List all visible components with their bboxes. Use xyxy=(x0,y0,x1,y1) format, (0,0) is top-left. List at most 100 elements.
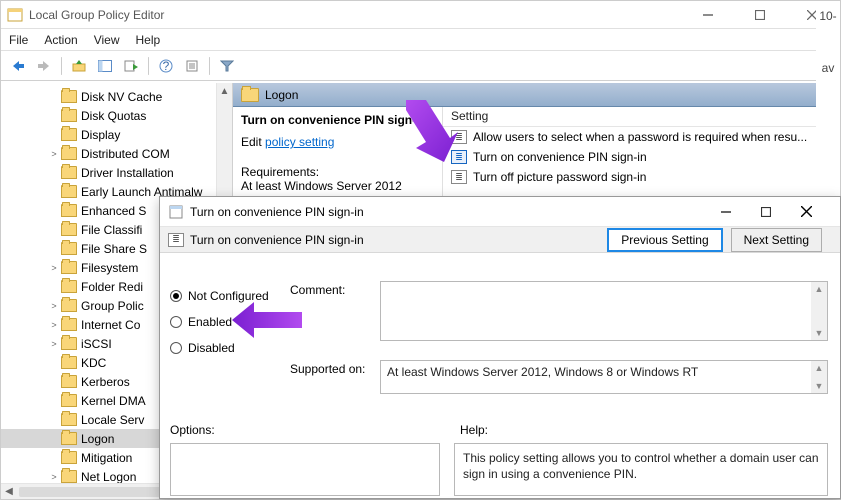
tree-item-label: File Share S xyxy=(81,242,147,256)
help-text: This policy setting allows you to contro… xyxy=(463,451,819,481)
tree-item-label: File Classifi xyxy=(81,223,142,237)
dialog-close-button[interactable] xyxy=(786,199,826,225)
toolbar-separator xyxy=(148,57,149,75)
folder-icon xyxy=(61,261,77,274)
tree-item-label: iSCSI xyxy=(81,337,112,351)
tree-item-label: Locale Serv xyxy=(81,413,144,427)
policy-item-icon: ≣ xyxy=(451,170,467,184)
setting-row[interactable]: ≣ Turn off picture password sign-in xyxy=(443,167,840,187)
radio-not-configured[interactable]: Not Configured xyxy=(170,283,269,309)
folder-icon xyxy=(61,451,77,464)
setting-row[interactable]: ≣Turn on convenience PIN sign-in xyxy=(443,147,840,167)
filter-icon[interactable] xyxy=(216,55,238,77)
help-box: This policy setting allows you to contro… xyxy=(454,443,828,496)
dialog-band-title: Turn on convenience PIN sign-in xyxy=(190,233,364,247)
tree-item-label: KDC xyxy=(81,356,106,370)
folder-icon xyxy=(61,147,77,160)
bg-text: av xyxy=(816,61,840,75)
window-title: Local Group Policy Editor xyxy=(29,8,692,22)
dialog-titlebar: Turn on convenience PIN sign-in xyxy=(160,197,840,227)
show-hide-tree-icon[interactable] xyxy=(94,55,116,77)
dialog-icon xyxy=(168,204,184,220)
details-summary: Turn on convenience PIN sign-in Edit pol… xyxy=(233,107,443,199)
menu-file[interactable]: File xyxy=(9,33,28,47)
dialog-maximize-button[interactable] xyxy=(746,199,786,225)
help-icon[interactable]: ? xyxy=(155,55,177,77)
requirements-value: At least Windows Server 2012 xyxy=(241,179,434,193)
tree-item-label: Kernel DMA xyxy=(81,394,146,408)
bg-text: 10- xyxy=(816,9,840,23)
dialog-title: Turn on convenience PIN sign-in xyxy=(190,205,706,219)
menu-help[interactable]: Help xyxy=(136,33,161,47)
folder-icon xyxy=(61,470,77,483)
policy-item-icon: ≣ xyxy=(168,233,184,247)
menu-action[interactable]: Action xyxy=(44,33,77,47)
tree-item-label: Enhanced S xyxy=(81,204,146,218)
folder-icon xyxy=(61,166,77,179)
comment-scrollbar[interactable]: ▲▼ xyxy=(811,282,827,340)
supported-scrollbar[interactable]: ▲▼ xyxy=(811,361,827,393)
folder-icon xyxy=(61,375,77,388)
forward-button[interactable] xyxy=(33,55,55,77)
radio-disabled[interactable]: Disabled xyxy=(170,335,269,361)
tree-item-label: Kerberos xyxy=(81,375,130,389)
options-box xyxy=(170,443,440,496)
tree-item[interactable]: Display xyxy=(1,125,232,144)
tree-item[interactable]: Driver Installation xyxy=(1,163,232,182)
folder-icon xyxy=(61,109,77,122)
options-label: Options: xyxy=(170,423,215,437)
radio-label: Not Configured xyxy=(188,289,269,303)
previous-setting-button[interactable]: Previous Setting xyxy=(607,228,722,252)
tree-item-label: Disk Quotas xyxy=(81,109,146,123)
scroll-up-icon[interactable]: ▲ xyxy=(217,83,232,99)
up-level-icon[interactable] xyxy=(68,55,90,77)
folder-icon xyxy=(61,90,77,103)
requirements-label: Requirements: xyxy=(241,165,434,179)
menu-view[interactable]: View xyxy=(94,33,120,47)
setting-label: Turn on convenience PIN sign-in xyxy=(473,150,647,164)
expand-caret-icon[interactable]: > xyxy=(49,320,59,330)
expand-caret-icon[interactable]: > xyxy=(49,339,59,349)
toolbar: ? xyxy=(1,51,840,81)
folder-icon xyxy=(61,394,77,407)
expand-caret-icon[interactable]: > xyxy=(49,472,59,482)
expand-caret-icon[interactable]: > xyxy=(49,263,59,273)
scroll-left-icon[interactable]: ◀ xyxy=(1,484,17,500)
tree-item[interactable]: Disk NV Cache xyxy=(1,87,232,106)
folder-icon xyxy=(61,280,77,293)
tree-item-label: Distributed COM xyxy=(81,147,170,161)
edit-prefix: Edit xyxy=(241,135,265,149)
tree-item-label: Group Polic xyxy=(81,299,144,313)
edit-policy-link[interactable]: policy setting xyxy=(265,135,334,149)
maximize-button[interactable] xyxy=(744,5,776,25)
tree-item[interactable]: Disk Quotas xyxy=(1,106,232,125)
details-header: Logon xyxy=(233,83,840,107)
tree-item-label: Display xyxy=(81,128,120,142)
setting-label: Turn off picture password sign-in xyxy=(473,170,646,184)
export-list-icon[interactable] xyxy=(120,55,142,77)
properties-icon[interactable] xyxy=(181,55,203,77)
tree-item-label: Filesystem xyxy=(81,261,138,275)
policy-dialog: Turn on convenience PIN sign-in ≣ Turn o… xyxy=(159,196,841,499)
next-setting-button[interactable]: Next Setting xyxy=(731,228,822,252)
folder-icon xyxy=(61,185,77,198)
expand-caret-icon[interactable]: > xyxy=(49,149,59,159)
dialog-minimize-button[interactable] xyxy=(706,199,746,225)
folder-icon xyxy=(61,337,77,350)
radio-label: Enabled xyxy=(188,315,232,329)
settings-list: Setting ≣Allow users to select when a pa… xyxy=(443,107,840,199)
minimize-button[interactable] xyxy=(692,5,724,25)
policy-item-icon: ≣ xyxy=(451,130,467,144)
setting-row[interactable]: ≣Allow users to select when a password i… xyxy=(443,127,840,147)
menubar: File Action View Help xyxy=(1,29,840,51)
tree-item-label: Mitigation xyxy=(81,451,132,465)
state-radio-group: Not Configured Enabled Disabled xyxy=(170,283,269,361)
radio-enabled[interactable]: Enabled xyxy=(170,309,269,335)
back-button[interactable] xyxy=(7,55,29,77)
app-icon xyxy=(7,7,23,23)
comment-textarea[interactable]: ▲▼ xyxy=(380,281,828,341)
tree-item[interactable]: > Distributed COM xyxy=(1,144,232,163)
column-header-setting[interactable]: Setting xyxy=(443,107,840,127)
expand-caret-icon[interactable]: > xyxy=(49,301,59,311)
supported-on-box: At least Windows Server 2012, Windows 8 … xyxy=(380,360,828,394)
